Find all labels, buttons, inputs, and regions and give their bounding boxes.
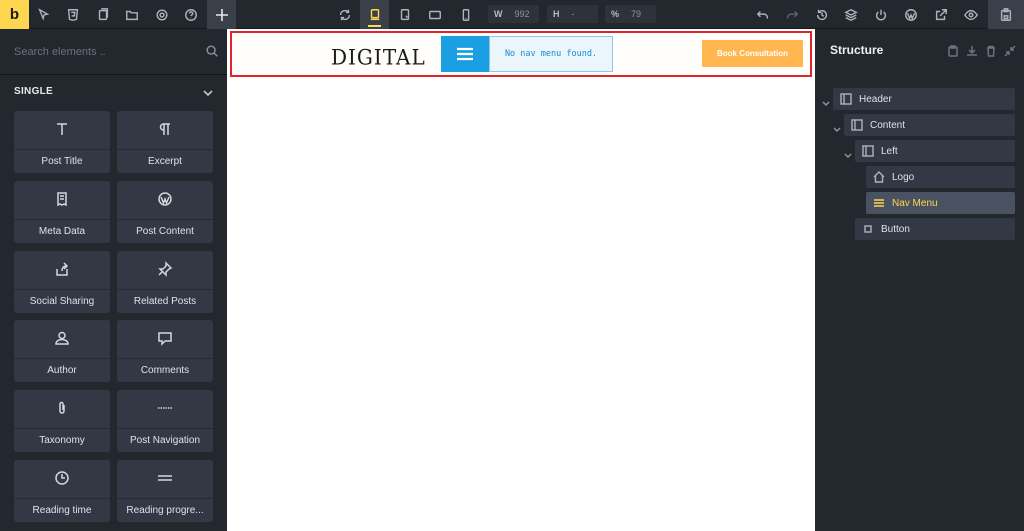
- tablet-breakpoint-button[interactable]: [420, 0, 449, 29]
- help-icon[interactable]: [176, 0, 205, 29]
- pages-icon[interactable]: [88, 0, 117, 29]
- text-icon: [14, 121, 110, 137]
- caret-down-icon[interactable]: [832, 122, 842, 133]
- builder-canvas[interactable]: [227, 29, 815, 531]
- element-comments[interactable]: Comments: [117, 320, 213, 382]
- tree-item-button[interactable]: Button: [855, 218, 1015, 240]
- user-icon: [14, 330, 110, 346]
- refresh-icon[interactable]: [330, 0, 359, 29]
- wordpress-icon: [117, 191, 213, 207]
- tree-item-nav-menu[interactable]: Nav Menu: [866, 192, 1015, 214]
- width-field[interactable]: W 992: [488, 5, 539, 23]
- element-search: [0, 29, 227, 75]
- tree-item-header[interactable]: Header: [833, 88, 1015, 110]
- height-field[interactable]: H-: [547, 5, 598, 23]
- element-post-navigation[interactable]: Post Navigation: [117, 390, 213, 452]
- book-consultation-button[interactable]: Book Consultation: [702, 40, 803, 67]
- section-icon: [862, 145, 874, 157]
- tree-item-content[interactable]: Content: [844, 114, 1015, 136]
- element-taxonomy[interactable]: Taxonomy: [14, 390, 110, 452]
- paragraph-icon: [117, 121, 213, 137]
- menu-icon: [873, 197, 885, 209]
- section-icon: [840, 93, 852, 105]
- clipboard-icon[interactable]: [947, 44, 959, 57]
- power-icon[interactable]: [866, 0, 895, 29]
- dots-line-icon: [117, 400, 213, 416]
- folder-icon[interactable]: [117, 0, 146, 29]
- element-reading-progress[interactable]: Reading progre...: [117, 460, 213, 522]
- add-icon: [215, 8, 228, 21]
- tree-item-logo[interactable]: Logo: [866, 166, 1015, 188]
- hamburger-icon: [457, 47, 473, 61]
- home-icon: [873, 171, 885, 183]
- tree-item-left[interactable]: Left: [855, 140, 1015, 162]
- trash-icon[interactable]: [985, 44, 997, 57]
- download-icon[interactable]: [966, 44, 978, 56]
- desktop-breakpoint-button[interactable]: [360, 0, 389, 29]
- elements-panel: SINGLE Post Title Excerpt Meta Data Post…: [0, 29, 227, 531]
- section-header-single[interactable]: SINGLE: [14, 86, 214, 100]
- element-post-title[interactable]: Post Title: [14, 111, 110, 173]
- caret-down-icon[interactable]: [821, 96, 831, 107]
- element-social-sharing[interactable]: Social Sharing: [14, 251, 110, 313]
- mobile-icon: [462, 8, 469, 21]
- app-logo[interactable]: b: [0, 0, 29, 29]
- element-meta-data[interactable]: Meta Data: [14, 181, 110, 243]
- redo-icon[interactable]: [777, 0, 806, 29]
- site-logo[interactable]: DIGITAL: [331, 44, 426, 69]
- receipt-icon: [14, 191, 110, 207]
- progress-line-icon: [117, 470, 213, 486]
- panel-title: Structure: [830, 43, 884, 57]
- structure-actions: [947, 44, 1016, 57]
- paperclip-icon: [14, 400, 110, 416]
- nav-menu-placeholder[interactable]: No nav menu found.: [489, 36, 613, 72]
- history-icon[interactable]: [807, 0, 836, 29]
- structure-panel: Structure Header Content Left Logo Nav M…: [815, 29, 1024, 531]
- html5-icon[interactable]: [58, 0, 87, 29]
- element-related-posts[interactable]: Related Posts: [117, 251, 213, 313]
- caret-down-icon[interactable]: [843, 148, 853, 159]
- collapse-icon[interactable]: [1004, 44, 1016, 57]
- settings-icon[interactable]: [147, 0, 176, 29]
- share-icon: [14, 261, 110, 277]
- preview-icon[interactable]: [956, 0, 985, 29]
- element-reading-time[interactable]: Reading time: [14, 460, 110, 522]
- save-icon[interactable]: [988, 0, 1024, 29]
- clock-icon: [14, 470, 110, 486]
- square-icon: [862, 223, 874, 235]
- search-input[interactable]: [14, 43, 194, 61]
- element-excerpt[interactable]: Excerpt: [117, 111, 213, 173]
- tablet-icon: [428, 10, 441, 19]
- element-post-content[interactable]: Post Content: [117, 181, 213, 243]
- zoom-field[interactable]: % 79: [605, 5, 656, 23]
- undo-icon[interactable]: [748, 0, 777, 29]
- add-element-button[interactable]: [207, 0, 236, 29]
- mobile-breakpoint-button[interactable]: [451, 0, 480, 29]
- comment-icon: [117, 330, 213, 346]
- header-preview[interactable]: DIGITAL No nav menu found. Book Consulta…: [230, 31, 812, 77]
- external-link-icon[interactable]: [926, 0, 955, 29]
- chevron-down-icon: [202, 87, 214, 99]
- search-icon[interactable]: [205, 44, 219, 58]
- tablet-landscape-breakpoint-button[interactable]: [390, 0, 419, 29]
- layers-icon[interactable]: [836, 0, 865, 29]
- top-toolbar: b W 992 H- % 79: [0, 0, 1024, 29]
- desktop-icon: [370, 8, 379, 20]
- select-icon[interactable]: [29, 0, 58, 29]
- element-author[interactable]: Author: [14, 320, 110, 382]
- nav-menu-toggle[interactable]: [441, 36, 489, 72]
- section-icon: [851, 119, 863, 131]
- wordpress-icon[interactable]: [896, 0, 925, 29]
- tablet-landscape-icon: [400, 8, 409, 20]
- pin-icon: [117, 261, 213, 277]
